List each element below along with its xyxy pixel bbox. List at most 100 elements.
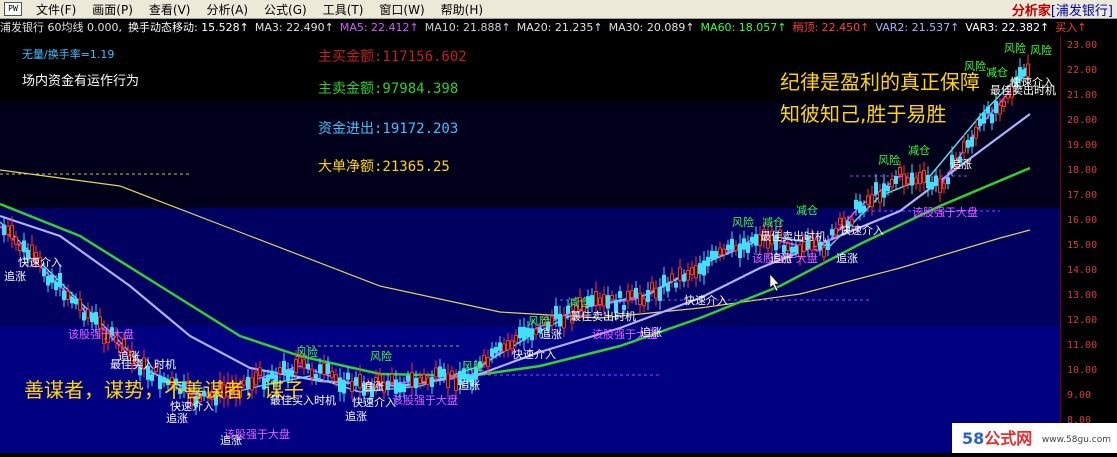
candle-body <box>338 377 342 392</box>
candle-body <box>390 373 394 383</box>
candle-body <box>938 178 942 193</box>
menu-file[interactable]: 文件(F) <box>28 1 84 18</box>
candle-body <box>978 118 982 127</box>
candle-body <box>734 245 738 252</box>
menu-screen[interactable]: 画面(P) <box>84 1 141 18</box>
candle-body <box>598 297 602 305</box>
signal-label: 追涨 <box>220 434 242 447</box>
indicator-value: VAR2: 21.537↑ <box>875 21 960 34</box>
signal-label: 追涨 <box>362 380 384 393</box>
candle-body <box>406 375 410 382</box>
menu-analysis[interactable]: 分析(A) <box>198 1 256 18</box>
candle-body <box>862 205 866 213</box>
candle-body <box>942 183 946 189</box>
candle-body <box>834 227 838 236</box>
stat-main-buy: 主买金额:117156.602 <box>318 49 467 65</box>
candle-body <box>826 241 830 250</box>
candle-body <box>550 316 554 326</box>
indicator-value: MA60: 18.057↑ <box>700 21 787 34</box>
signal-label: 风险 <box>732 216 754 229</box>
candle-body <box>898 166 902 175</box>
candle-body <box>526 327 530 337</box>
signal-label: 快速介入 <box>840 224 884 237</box>
candle-body <box>858 201 862 213</box>
candle-body <box>754 234 758 246</box>
candle-body <box>414 377 418 389</box>
candle-body <box>6 225 10 236</box>
candle-body <box>314 373 318 380</box>
candle-body <box>334 374 338 382</box>
candle-body <box>322 362 326 375</box>
indicator-value: MA3: 22.490↑ <box>254 21 334 34</box>
candle-body <box>914 177 918 185</box>
app-brand: 分析家[浦发银行] <box>1012 0 1113 19</box>
candle-body <box>78 298 82 311</box>
menu-formula[interactable]: 公式(G) <box>256 1 315 18</box>
candle-body <box>706 256 710 267</box>
indicator-info-bar: 浦发银行 60均线 0.000, 换手动态移动: 15.528↑ MA3: 22.4… <box>0 19 1117 36</box>
candle-body <box>742 238 746 250</box>
candle-body <box>410 372 414 387</box>
candle-body <box>326 363 330 374</box>
brand-stock: [浦发银行] <box>1050 4 1113 19</box>
candle-body <box>438 366 442 378</box>
axis-tick-label: 18.00 <box>1067 165 1098 176</box>
axis-tick-label: 15.00 <box>1067 240 1098 251</box>
stat-big-order: 大单净额:21365.25 <box>318 159 450 175</box>
candle-body <box>518 327 522 339</box>
brand-name: 分析家 <box>1011 4 1051 19</box>
signal-label: 风险 <box>1030 44 1052 57</box>
price-chart[interactable]: 无量/换手率=1.19 场内资金有运作行为 主买金额:117156.602 主卖… <box>0 36 1060 453</box>
candle-body <box>54 281 58 291</box>
candle-body <box>870 194 874 208</box>
candle-body <box>558 313 562 327</box>
watermark: 58公式网 www.58gu.com <box>952 423 1117 453</box>
candle-body <box>678 267 682 281</box>
indicator-value: 买入↑ <box>1055 21 1087 34</box>
indicator-value: 浦发银行 60均线 0.000, <box>0 21 122 34</box>
candle-body <box>750 236 754 243</box>
signal-label: 追涨 <box>640 326 662 339</box>
stat-fund-flow: 资金进出:19172.203 <box>318 121 459 137</box>
signal-label: 风险 <box>370 350 392 363</box>
candle-body <box>602 294 606 307</box>
signal-label: 风险 <box>462 360 484 373</box>
candle-body <box>530 328 534 341</box>
axis-tick-label: 17.00 <box>1067 190 1098 201</box>
candle-body <box>630 290 634 298</box>
candle-body <box>430 377 434 388</box>
candle-body <box>866 195 870 205</box>
slogan-knowledge: 知彼知己,胜于易胜 <box>780 102 947 126</box>
signal-label: 最佳卖出时机 <box>570 310 636 323</box>
menu-tools[interactable]: 工具(T) <box>315 1 372 18</box>
axis-tick-label: 20.00 <box>1067 115 1098 126</box>
app-logo-icon: PW <box>4 2 22 16</box>
candle-body <box>930 181 934 190</box>
signal-label: 追涨 <box>118 350 140 363</box>
candle-body <box>714 251 718 258</box>
menu-window[interactable]: 窗口(W) <box>371 1 432 18</box>
signal-label: 减仓 <box>796 204 818 217</box>
candle-body <box>306 363 310 369</box>
candle-body <box>342 380 346 394</box>
candle-body <box>674 282 678 288</box>
candle-body <box>710 250 714 260</box>
candle-body <box>50 274 54 283</box>
signal-label: 快速介入 <box>512 348 556 361</box>
candle-body <box>398 383 402 393</box>
candle-body <box>442 368 446 377</box>
menu-view[interactable]: 查看(V) <box>141 1 199 18</box>
candle-body <box>490 348 494 357</box>
menu-help[interactable]: 帮助(H) <box>433 1 491 18</box>
signal-label: 追涨 <box>166 412 188 425</box>
signal-label: 该股强于大盘 <box>392 394 458 407</box>
candle-body <box>354 377 358 386</box>
candle-body <box>590 295 594 306</box>
candle-body <box>446 373 450 388</box>
axis-tick-label: 12.00 <box>1067 315 1098 326</box>
candle-body <box>350 381 354 392</box>
candle-body <box>70 296 74 304</box>
signal-label: 快速介入 <box>1010 76 1054 89</box>
candle-body <box>494 346 498 354</box>
candle-body <box>646 290 650 303</box>
